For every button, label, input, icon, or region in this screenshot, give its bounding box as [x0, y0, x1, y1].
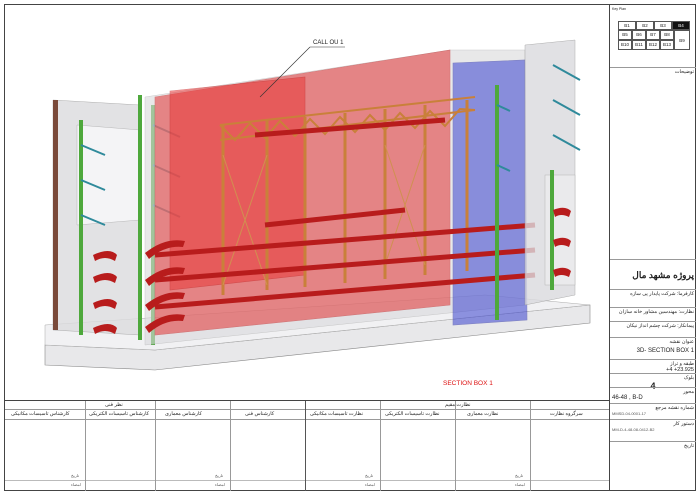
date-label: تاریخ: [515, 473, 523, 478]
date-row: تاریخ: [610, 441, 696, 490]
keyplan-title: Key Plan: [612, 7, 627, 11]
order-value: MM-D-4-48-08-0412-B2: [612, 427, 655, 432]
order-label: دستور کار: [673, 421, 694, 427]
approval-strip: نظر فنی نظارت مقیم کارشناس تاسیسات مکانی…: [5, 400, 609, 491]
col-label: کارشناس معماری: [165, 411, 202, 417]
col-label: نظارت تاسیسات الکتریکی: [385, 411, 440, 417]
ref-row: شماره نقشه مرجع MMSD-04-0001-17: [610, 403, 696, 419]
ref-value: MMSD-04-0001-17: [612, 411, 647, 416]
date-label: تاریخ: [684, 443, 694, 449]
keyplan-cell[interactable]: B11: [632, 40, 646, 50]
project-title: پروژه مشهد مال: [610, 259, 696, 289]
col-label: کارشناس فنی: [245, 411, 275, 417]
sign-label: امضاء: [215, 482, 225, 487]
block-row: بلوک 4: [610, 373, 696, 391]
sign-label: امضاء: [365, 482, 375, 487]
keyplan: B1 B2 B3 B4 B5 B6 B7 B8 B9 B10 B11 B12 B…: [618, 21, 692, 55]
sheet-title: 3D- SECTION BOX 1: [636, 348, 694, 354]
notes-area: توضیحات: [610, 67, 696, 259]
axis-label: محور: [683, 389, 694, 395]
sign-label: امضاء: [515, 482, 525, 487]
keyplan-cell[interactable]: B3: [654, 21, 672, 30]
keyplan-cell[interactable]: B5: [618, 30, 632, 40]
supervisor: نظارت: مهندسین مشاور خانه سازان: [610, 307, 696, 321]
green-column: [79, 120, 83, 335]
drawing-sheet: CALL OU 1 SECTION BOX 1 نظر فنی نظارت مق…: [4, 4, 696, 491]
level-row: طبقه و تراز +4 +23.925: [610, 359, 696, 373]
col-label: کارشناس تاسیسات مکانیکی: [11, 411, 70, 417]
keyplan-cell[interactable]: B1: [618, 21, 636, 30]
keyplan-cell[interactable]: B7: [646, 30, 660, 40]
keyplan-cell[interactable]: B6: [632, 30, 646, 40]
axis-row: محور 46-48 , B-D: [610, 387, 696, 403]
blue-section-box: [452, 59, 528, 326]
keyplan-cell[interactable]: B2: [636, 21, 654, 30]
date-label: تاریخ: [71, 473, 79, 478]
date-label: تاریخ: [365, 473, 373, 478]
col-label: کارشناس تاسیسات الکتریکی: [89, 411, 149, 417]
keyplan-cell[interactable]: B13: [660, 40, 674, 50]
keyplan-cell[interactable]: B8: [660, 30, 674, 40]
drawing-canvas: CALL OU 1 SECTION BOX 1: [44, 39, 591, 387]
contractor: پیمانکار: شرکت چشم انداز نیکان: [610, 321, 696, 337]
employer: کارفرما: شرکت پایدار پی سازه: [610, 289, 696, 307]
title-block: Key Plan B1 B2 B3 B4 B5 B6 B7 B8 B9 B10 …: [609, 5, 696, 490]
left-header: نظر فنی: [105, 402, 123, 408]
keyplan-cell[interactable]: B10: [618, 40, 632, 50]
right-header: نظارت مقیم: [445, 402, 471, 408]
sheet-title-block: عنوان نقشه 3D- SECTION BOX 1: [610, 337, 696, 359]
keyplan-cell[interactable]: B12: [646, 40, 660, 50]
block-label: بلوک: [683, 375, 694, 381]
keyplan-cell-active[interactable]: B4: [672, 21, 690, 30]
notes-label: توضیحات: [674, 69, 694, 75]
sign-label: امضاء: [71, 482, 81, 487]
callout-label: CALL OU 1: [313, 40, 344, 46]
col-label: نظارت معماری: [467, 411, 499, 417]
col-label: سرگروه نظارت: [550, 411, 583, 417]
keyplan-cell[interactable]: B9: [674, 30, 690, 50]
date-label: تاریخ: [215, 473, 223, 478]
ref-label: شماره نقشه مرجع: [655, 405, 694, 411]
section-label: SECTION BOX 1: [443, 380, 493, 387]
axis-value: 46-48 , B-D: [612, 395, 643, 401]
order-row: دستور کار MM-D-4-48-08-0412-B2: [610, 419, 696, 441]
col-label: نظارت تاسیسات مکانیکی: [310, 411, 364, 417]
callout-box: [169, 76, 306, 291]
